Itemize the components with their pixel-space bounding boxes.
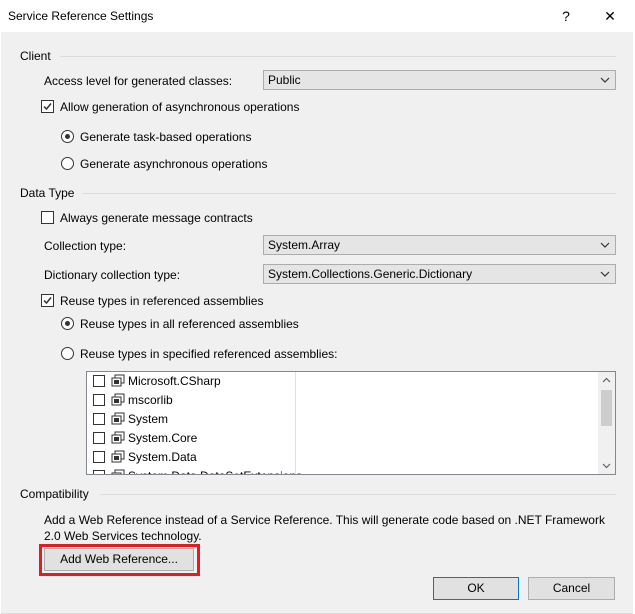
client-section-header: Client (20, 49, 51, 63)
assembly-checkbox[interactable] (93, 470, 105, 474)
checkmark-icon (43, 103, 52, 111)
reuse-specified-label: Reuse types in specified referenced asse… (80, 347, 338, 361)
reference-icon (111, 412, 125, 425)
help-button[interactable]: ? (556, 6, 576, 26)
client-divider (60, 56, 616, 57)
reuse-types-checkbox[interactable] (41, 294, 54, 307)
assemblies-listbox[interactable]: Microsoft.CSharp mscorlib System System.Cor… (86, 371, 616, 475)
list-item[interactable]: System.Data (93, 448, 293, 467)
title-bar: Service Reference Settings ? ✕ (0, 0, 635, 32)
close-button[interactable]: ✕ (600, 6, 620, 26)
assembly-checkbox[interactable] (93, 451, 105, 463)
always-generate-checkbox[interactable] (41, 211, 54, 224)
highlight-box (39, 544, 200, 576)
task-based-label: Generate task-based operations (80, 130, 252, 144)
assembly-checkbox[interactable] (93, 432, 105, 444)
allow-async-label: Allow generation of asynchronous operati… (60, 100, 300, 114)
dictionary-type-label: Dictionary collection type: (44, 268, 181, 282)
chevron-down-icon (600, 77, 610, 83)
reuse-all-label: Reuse types in all referenced assemblies (80, 317, 299, 331)
collection-type-value: System.Array (268, 238, 341, 252)
checkmark-icon (43, 297, 52, 305)
allow-async-checkbox[interactable] (41, 100, 54, 113)
reuse-specified-radio[interactable] (61, 347, 74, 360)
reference-icon (111, 469, 125, 474)
reference-icon (111, 374, 125, 387)
list-item[interactable]: mscorlib (93, 391, 293, 410)
reference-icon (111, 393, 125, 406)
cancel-button[interactable]: Cancel (528, 577, 615, 600)
scroll-down-arrow-icon[interactable] (598, 457, 615, 474)
data-type-divider (82, 193, 616, 194)
reuse-all-radio[interactable] (61, 317, 74, 330)
scroll-up-arrow-icon[interactable] (598, 372, 615, 389)
compatibility-description: Add a Web Reference instead of a Service… (44, 513, 605, 543)
assembly-checkbox[interactable] (93, 375, 105, 387)
reference-icon (111, 450, 125, 463)
list-column-divider (295, 372, 296, 474)
chevron-down-icon (600, 242, 610, 248)
assembly-name: System.Data (128, 450, 197, 464)
async-ops-radio[interactable] (61, 157, 74, 170)
access-level-dropdown[interactable]: Public (263, 70, 616, 90)
radio-selected-dot (65, 321, 70, 326)
compatibility-divider (100, 494, 616, 495)
access-level-label: Access level for generated classes: (44, 74, 233, 88)
assembly-name: Microsoft.CSharp (128, 374, 221, 388)
compatibility-section-header: Compatibility (20, 487, 89, 501)
assembly-name: System (128, 412, 169, 426)
async-ops-label: Generate asynchronous operations (80, 157, 268, 171)
assembly-name: mscorlib (128, 393, 173, 407)
dictionary-type-dropdown[interactable]: System.Collections.Generic.Dictionary (263, 264, 616, 284)
ok-button[interactable]: OK (433, 577, 519, 600)
list-item[interactable]: System.Core (93, 429, 293, 448)
reference-icon (111, 431, 125, 444)
assembly-name: System.Core (128, 431, 198, 445)
collection-type-dropdown[interactable]: System.Array (263, 235, 616, 255)
task-based-radio[interactable] (61, 130, 74, 143)
list-item[interactable]: System.Data.DataSetExtensions (93, 467, 302, 474)
assembly-checkbox[interactable] (93, 413, 105, 425)
data-type-section-header: Data Type (20, 186, 75, 200)
dictionary-type-value: System.Collections.Generic.Dictionary (268, 267, 473, 281)
scroll-thumb[interactable] (601, 390, 612, 426)
list-item[interactable]: System (93, 410, 293, 429)
window-title: Service Reference Settings (8, 9, 154, 23)
list-item[interactable]: Microsoft.CSharp (93, 372, 293, 391)
reuse-types-label: Reuse types in referenced assemblies (60, 294, 264, 308)
collection-type-label: Collection type: (44, 239, 127, 253)
chevron-down-icon (600, 271, 610, 277)
always-generate-label: Always generate message contracts (60, 211, 253, 225)
assembly-checkbox[interactable] (93, 394, 105, 406)
access-level-value: Public (268, 73, 301, 87)
list-scrollbar[interactable] (598, 372, 615, 474)
radio-selected-dot (65, 134, 70, 139)
assembly-name: System.Data.DataSetExtensions (128, 469, 302, 474)
